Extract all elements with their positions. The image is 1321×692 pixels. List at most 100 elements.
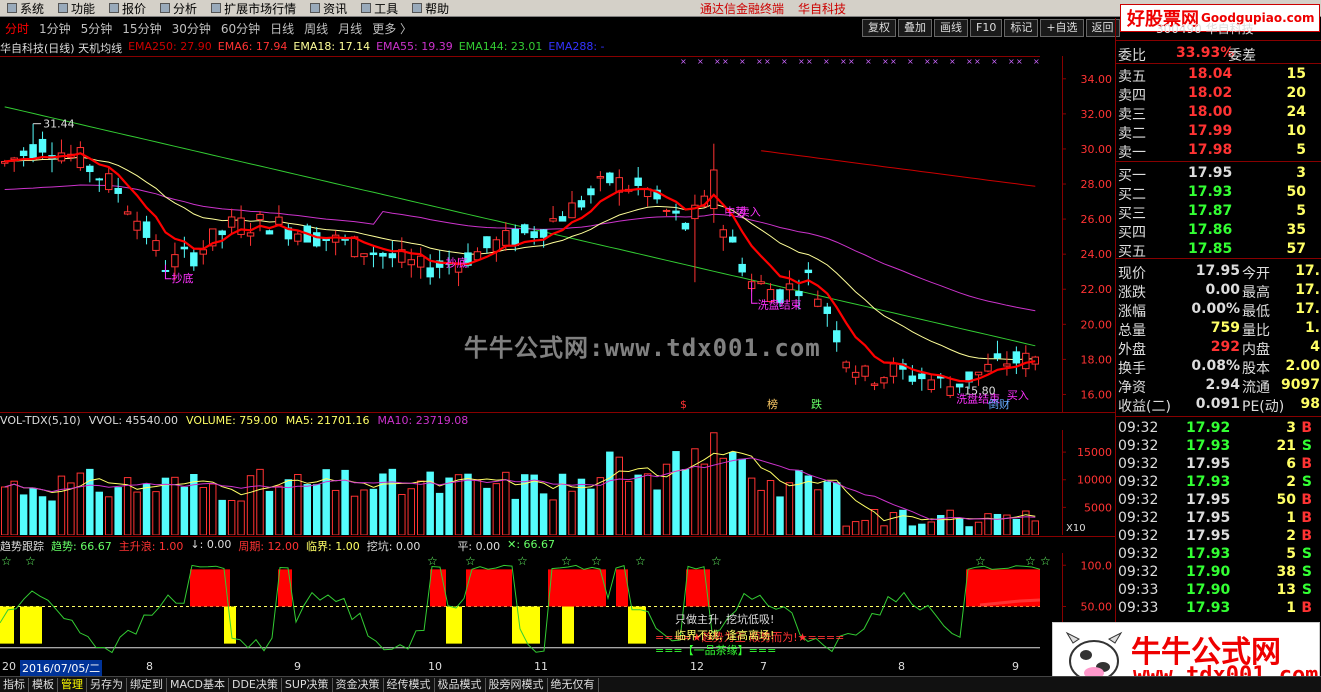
volume-bar[interactable] — [766, 480, 775, 535]
volume-bar[interactable] — [729, 452, 737, 535]
volume-bar[interactable] — [492, 483, 501, 535]
candle-body[interactable] — [823, 306, 832, 314]
menu-item-7[interactable]: 帮助 — [405, 0, 456, 17]
volume-bar[interactable] — [842, 525, 850, 535]
candle-body[interactable] — [313, 232, 321, 247]
volume-bar[interactable] — [209, 483, 217, 535]
volume-bar[interactable] — [303, 484, 311, 535]
indicator-tab-0[interactable]: 指标 — [0, 677, 29, 692]
toolbar-button-2[interactable]: 画线 — [934, 19, 968, 37]
candle-body[interactable] — [918, 373, 926, 380]
candle-body[interactable] — [927, 379, 936, 390]
menu-item-5[interactable]: 资讯 — [303, 0, 354, 17]
period-tab-6[interactable]: 日线 — [265, 20, 299, 37]
candle-body[interactable] — [795, 291, 803, 297]
volume-bar[interactable] — [275, 485, 283, 535]
volume-bar[interactable] — [965, 526, 973, 535]
volume-bar[interactable] — [379, 473, 387, 535]
volume-bar[interactable] — [171, 476, 179, 535]
volume-bar[interactable] — [984, 513, 992, 535]
volume-bar[interactable] — [398, 493, 406, 535]
candle-body[interactable] — [729, 236, 737, 243]
volume-bar[interactable] — [625, 480, 633, 535]
indicator-tab-1[interactable]: 模板 — [29, 677, 58, 692]
indicator-tab-5[interactable]: MACD基本 — [167, 677, 229, 692]
candle-body[interactable] — [227, 216, 236, 228]
volume-bar[interactable] — [57, 475, 66, 535]
volume-bar[interactable] — [435, 492, 444, 535]
volume-bar[interactable] — [861, 519, 869, 535]
volume-bar[interactable] — [974, 521, 983, 535]
volume-bar[interactable] — [502, 471, 510, 535]
menu-item-4[interactable]: 扩展市场行情 — [204, 0, 303, 17]
volume-bar[interactable] — [643, 473, 652, 535]
volume-bar[interactable] — [369, 488, 378, 535]
volume-bar[interactable] — [360, 489, 368, 535]
candle-body[interactable] — [719, 229, 728, 238]
candle-body[interactable] — [123, 211, 132, 215]
volume-bar[interactable] — [105, 496, 113, 535]
volume-bar[interactable] — [785, 482, 794, 535]
candle-body[interactable] — [246, 232, 255, 237]
candle-body[interactable] — [889, 363, 898, 377]
candle-body[interactable] — [426, 267, 434, 278]
volume-bar[interactable] — [870, 509, 879, 535]
volume-bar[interactable] — [851, 521, 860, 535]
candle-body[interactable] — [105, 173, 113, 191]
indicator-tab-3[interactable]: 另存为 — [87, 677, 127, 692]
candle-body[interactable] — [483, 236, 491, 249]
candle-body[interactable] — [946, 386, 954, 396]
indicator-tab-9[interactable]: 经传模式 — [384, 677, 435, 692]
volume-bar[interactable] — [256, 468, 264, 535]
indicator-tab-12[interactable]: 绝无仅有 — [548, 677, 599, 692]
volume-bar[interactable] — [417, 480, 425, 535]
indicator-tab-11[interactable]: 股旁网模式 — [486, 677, 548, 692]
volume-bar[interactable] — [946, 509, 954, 535]
volume-bar[interactable] — [38, 496, 47, 535]
volume-bar[interactable] — [1012, 518, 1021, 535]
volume-bar[interactable] — [653, 489, 661, 535]
candle-body[interactable] — [804, 269, 813, 274]
volume-bar[interactable] — [634, 474, 642, 535]
candle-body[interactable] — [275, 216, 283, 225]
indicator-tab-8[interactable]: 资金决策 — [333, 677, 384, 692]
volume-bar[interactable] — [445, 477, 453, 535]
candle-body[interactable] — [407, 259, 415, 266]
volume-bar[interactable] — [1031, 520, 1039, 535]
volume-bar[interactable] — [823, 481, 832, 535]
candle-body[interactable] — [38, 138, 47, 153]
volume-bar[interactable] — [615, 456, 624, 535]
menu-item-2[interactable]: 报价 — [102, 0, 153, 17]
volume-bar[interactable] — [596, 477, 605, 535]
candle-body[interactable] — [237, 217, 245, 235]
volume-bar[interactable] — [606, 451, 614, 535]
candle-body[interactable] — [757, 281, 765, 285]
volume-bar[interactable] — [511, 498, 520, 535]
volume-bar[interactable] — [294, 474, 302, 535]
volume-bar[interactable] — [927, 521, 936, 535]
candle-body[interactable] — [502, 230, 510, 246]
volume-bar[interactable] — [880, 525, 888, 535]
candle-body[interactable] — [974, 371, 983, 376]
candle-body[interactable] — [558, 216, 567, 222]
toolbar-button-3[interactable]: F10 — [970, 19, 1003, 37]
candle-body[interactable] — [955, 383, 964, 388]
candle-body[interactable] — [530, 231, 538, 238]
menu-item-1[interactable]: 功能 — [51, 0, 102, 17]
volume-bar[interactable] — [152, 491, 160, 535]
volume-bar[interactable] — [161, 477, 170, 535]
volume-bar[interactable] — [710, 432, 718, 535]
candle-body[interactable] — [993, 353, 1002, 359]
volume-bar[interactable] — [539, 493, 548, 535]
candle-body[interactable] — [265, 230, 274, 235]
candle-body[interactable] — [133, 220, 141, 231]
toolbar-button-5[interactable]: +自选 — [1040, 19, 1084, 37]
candle-body[interactable] — [29, 144, 37, 160]
candle-body[interactable] — [294, 233, 302, 242]
candle-body[interactable] — [76, 147, 85, 169]
volume-bar[interactable] — [313, 484, 321, 535]
candle-body[interactable] — [379, 252, 387, 257]
candle-body[interactable] — [814, 298, 822, 307]
indicator-tab-7[interactable]: SUP决策 — [282, 677, 333, 692]
volume-bar[interactable] — [681, 469, 690, 535]
